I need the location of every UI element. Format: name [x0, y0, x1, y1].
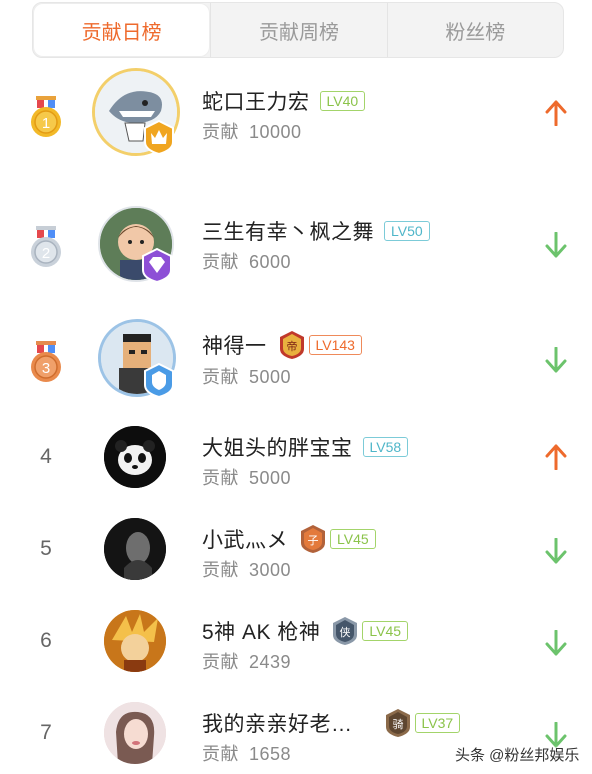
contribution-value: 5000 [249, 468, 292, 488]
level-badge: LV40 [319, 91, 366, 111]
username[interactable]: 神得一 [202, 330, 267, 360]
list-item[interactable]: 6 5神 AK 枪神 侠 LV45 贡献 2439 [0, 602, 592, 702]
rider-title-badge-icon: 骑 [385, 709, 410, 737]
contribution-label: 贡献 [202, 468, 239, 488]
level-badge: LV37 [414, 713, 461, 733]
rank-number: 7 [40, 721, 52, 744]
contribution-value: 5000 [249, 367, 292, 387]
level-badge: LV58 [362, 437, 409, 457]
username[interactable]: 蛇口王力宏 [202, 86, 310, 116]
contribution-label: 贡献 [202, 367, 239, 387]
avatar[interactable] [104, 702, 168, 766]
contribution-label: 贡献 [202, 652, 239, 672]
avatar[interactable] [98, 206, 180, 288]
tab-weekly-contribution[interactable]: 贡献周榜 [210, 3, 386, 57]
rank-number: 4 [40, 445, 52, 468]
arrow-up-icon [545, 100, 567, 126]
arrow-up-icon [545, 444, 567, 470]
contribution-value: 3000 [249, 560, 292, 580]
contribution-value: 1658 [249, 744, 292, 764]
prince-title-badge-icon: 子 [301, 525, 325, 553]
watermark: 头条 @粉丝邦娱乐 [455, 747, 580, 764]
ranking-tabs: 贡献日榜 贡献周榜 粉丝榜 [32, 2, 564, 58]
svg-text:子: 子 [308, 534, 319, 547]
svg-text:2: 2 [42, 245, 50, 262]
level-badge: LV143 [308, 335, 362, 355]
arrow-down-icon [545, 538, 567, 564]
arrow-down-icon [545, 232, 567, 258]
knight-title-badge-icon: 侠 [333, 617, 358, 645]
diamond-badge-icon [142, 247, 172, 284]
gold-medal-icon: 1 [31, 96, 61, 137]
tab-fans[interactable]: 粉丝榜 [386, 3, 563, 57]
arrow-down-icon [545, 630, 567, 656]
contribution-label: 贡献 [202, 560, 239, 580]
panda-avatar-image [104, 426, 166, 488]
list-item[interactable]: 2 三生有幸丶枫之舞 LV50 贡献 6000 [0, 188, 592, 288]
username[interactable]: 5神 AK 枪神 [202, 616, 320, 646]
svg-text:帝: 帝 [286, 339, 297, 353]
level-badge: LV50 [384, 221, 430, 241]
bronze-medal-icon: 3 [31, 341, 61, 382]
list-item[interactable]: 4 大姐头的胖宝宝 LV58 贡献 5000 [0, 418, 592, 518]
avatar[interactable] [98, 319, 182, 403]
avatar[interactable] [104, 426, 168, 490]
level-badge: LV45 [362, 621, 409, 641]
portrait-avatar-image [104, 702, 166, 764]
svg-text:1: 1 [42, 115, 50, 132]
svg-text:3: 3 [42, 360, 50, 377]
arrow-down-icon [545, 347, 567, 373]
list-item[interactable]: 5 小武灬メ 子 LV45 贡献 3000 [0, 510, 592, 610]
contribution-label: 贡献 [202, 744, 239, 764]
avatar[interactable] [92, 68, 182, 158]
shield-badge-icon [144, 362, 174, 399]
contribution-label: 贡献 [202, 252, 239, 272]
crown-badge-icon [144, 119, 174, 156]
username[interactable]: 三生有幸丶枫之舞 [202, 216, 374, 246]
contribution-value: 6000 [249, 252, 292, 272]
level-badge: LV45 [330, 529, 376, 549]
rank-number: 5 [40, 537, 52, 560]
svg-text:侠: 侠 [340, 626, 351, 639]
contribution-label: 贡献 [202, 122, 239, 142]
dark-portrait-avatar-image [104, 518, 166, 580]
silver-medal-icon: 2 [31, 226, 61, 267]
tab-daily-contribution[interactable]: 贡献日榜 [33, 3, 211, 57]
username[interactable]: 大姐头的胖宝宝 [202, 432, 353, 462]
anime-character-avatar-image [104, 610, 166, 672]
avatar[interactable] [104, 518, 168, 582]
contribution-value: 2439 [249, 652, 292, 672]
avatar[interactable] [104, 610, 168, 674]
emperor-title-badge-icon: 帝 [279, 331, 304, 359]
username[interactable]: 我的亲亲好老… [202, 708, 353, 738]
list-item[interactable]: 3 神得一 帝 LV143 贡献 5000 [0, 303, 592, 403]
list-item[interactable]: 1 蛇口王力宏 LV40 贡献 10000 [0, 58, 592, 158]
rank-number: 6 [40, 629, 52, 652]
username[interactable]: 小武灬メ [202, 524, 288, 554]
contribution-value: 10000 [249, 122, 302, 142]
svg-text:骑: 骑 [392, 718, 403, 731]
